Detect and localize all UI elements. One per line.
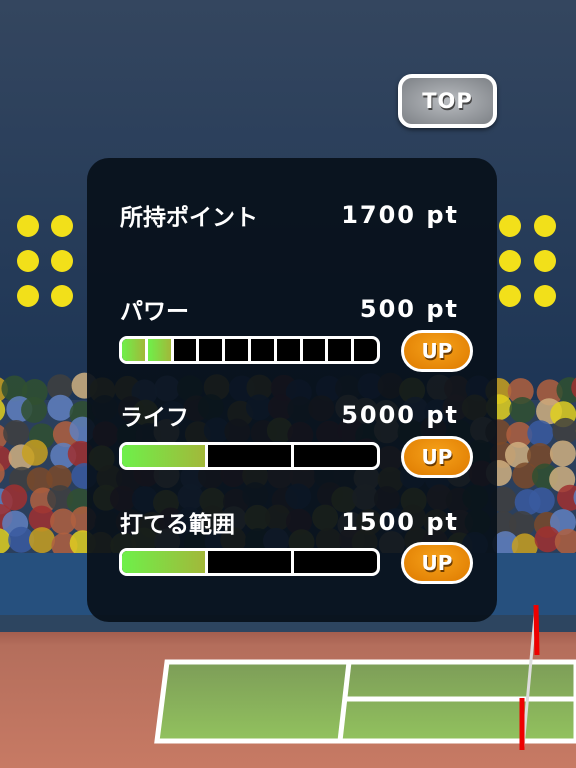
- crowd-spectator: [21, 396, 48, 423]
- upgrade-label: パワー: [120, 299, 189, 325]
- crowd-spectator: [47, 394, 74, 421]
- level-segment: [225, 339, 251, 361]
- power-level-bar: [119, 336, 380, 364]
- up-label: UP: [421, 445, 453, 469]
- top-button-label: TOP: [422, 89, 473, 113]
- level-segment: [174, 339, 200, 361]
- points-row: 所持ポイント 1700 pt: [120, 198, 459, 232]
- upgrade-range-row: 打てる範囲 1500 pt: [120, 505, 459, 539]
- level-segment: [208, 445, 294, 467]
- upgrade-label: ライフ: [120, 405, 189, 431]
- upgrade-cost: 5000 pt: [341, 401, 459, 429]
- level-segment: [199, 339, 226, 361]
- level-segment: [122, 339, 148, 361]
- level-segment: [277, 339, 303, 361]
- crowd-spectator: [3, 419, 30, 446]
- upgrade-cost: 1500 pt: [341, 508, 459, 536]
- crowd-spectator: [28, 527, 55, 554]
- range-up-button[interactable]: UP: [401, 542, 473, 584]
- crowd-spectator: [21, 439, 48, 466]
- level-segment: [328, 339, 355, 361]
- level-segment: [147, 339, 174, 361]
- life-up-button[interactable]: UP: [401, 436, 473, 478]
- level-segment: [294, 445, 377, 467]
- upgrade-cost: 500 pt: [359, 295, 459, 323]
- points-label: 所持ポイント: [120, 205, 258, 231]
- crowd-spectator: [0, 399, 6, 421]
- upgrade-power-row: パワー 500 pt: [120, 292, 459, 326]
- upgrade-life-row: ライフ 5000 pt: [120, 398, 459, 432]
- level-segment: [208, 551, 294, 573]
- up-label: UP: [421, 551, 453, 575]
- points-value: 1700 pt: [341, 201, 459, 229]
- level-segment: [251, 339, 277, 361]
- up-label: UP: [421, 339, 453, 363]
- life-level-bar: [119, 442, 380, 470]
- upgrade-label: 打てる範囲: [120, 512, 235, 538]
- crowd-spectator: [509, 397, 536, 424]
- level-segment: [294, 551, 377, 573]
- level-segment: [354, 339, 377, 361]
- level-segment: [303, 339, 329, 361]
- level-segment: [122, 551, 208, 573]
- upgrade-panel: 所持ポイント 1700 pt パワー 500 pt UP ライフ 5000 pt…: [87, 158, 497, 622]
- range-level-bar: [119, 548, 380, 576]
- crowd-spectator: [549, 440, 576, 467]
- top-button[interactable]: TOP: [398, 74, 497, 128]
- power-up-button[interactable]: UP: [401, 330, 473, 372]
- crowd-spectator: [527, 420, 554, 447]
- crowd-spectator: [508, 510, 535, 537]
- crowd-spectator: [528, 487, 555, 514]
- level-segment: [122, 445, 208, 467]
